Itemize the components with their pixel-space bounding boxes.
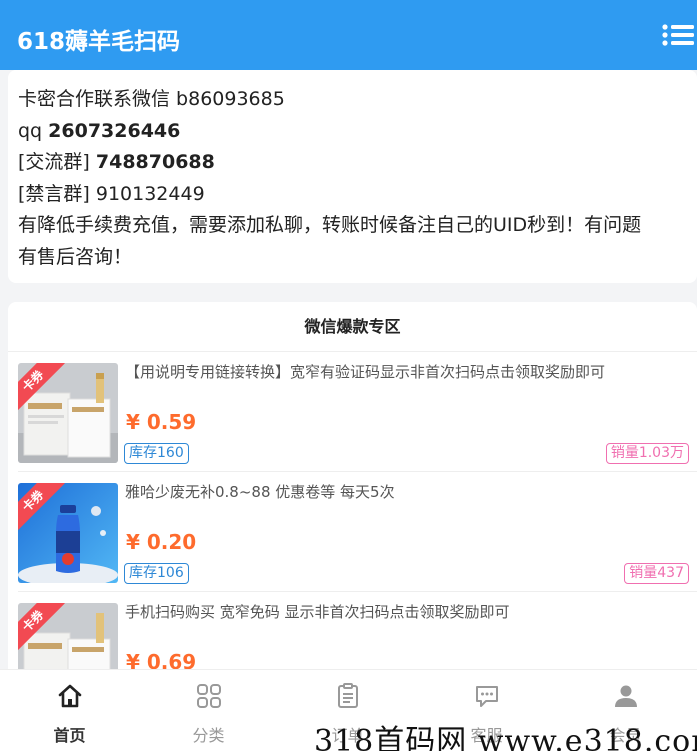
product-price: ¥ 0.20 xyxy=(126,530,197,554)
app-header: 618薅羊毛扫码 xyxy=(0,0,697,70)
stock-badge: 库存160 xyxy=(124,443,189,464)
notice-line-group: [交流群] 748870688 xyxy=(18,147,687,179)
list-menu-icon[interactable] xyxy=(662,24,694,46)
notice-line-qq: qq 2607326446 xyxy=(18,116,687,148)
group-number: 748870688 xyxy=(95,151,215,173)
qq-label: qq xyxy=(18,119,49,142)
sales-badge: 销量437 xyxy=(624,563,689,584)
product-price: ¥ 0.59 xyxy=(126,410,197,434)
sales-badge: 销量1.03万 xyxy=(605,443,689,464)
qq-number: 2607326446 xyxy=(48,119,181,142)
nav-item-home[interactable]: 首页 xyxy=(0,670,139,751)
product-name[interactable]: 雅哈少废无补0.8~88 优惠卷等 每天5次 xyxy=(125,481,685,503)
notice-line-wechat: 卡密合作联系微信 b86093685 xyxy=(18,88,285,110)
notice-line-support: 有售后咨询！ xyxy=(18,245,133,268)
app-title: 618薅羊毛扫码 xyxy=(17,29,181,55)
stock-badge: 库存106 xyxy=(124,563,189,584)
nav-label: 首页 xyxy=(53,726,86,745)
home-icon xyxy=(58,684,82,708)
site-watermark: 318首码网 www.e318.com xyxy=(314,724,697,751)
product-name[interactable]: 手机扫码购买 宽窄免码 显示非首次扫码点击领取奖励即可 xyxy=(125,601,685,623)
product-image[interactable]: 卡券 xyxy=(18,363,118,463)
notice-line-muted-group: [禁言群] 910132449 xyxy=(18,182,205,205)
nav-item-category[interactable]: 分类 xyxy=(139,670,278,751)
product-item[interactable]: 卡券 雅哈少废无补0.8~88 优惠卷等 每天5次 ¥ 0.20 库存106 销… xyxy=(8,472,697,592)
nav-label: 分类 xyxy=(192,726,225,745)
user-icon xyxy=(615,685,637,707)
order-icon xyxy=(338,683,358,708)
notice-card: 卡密合作联系微信 b86093685 qq 2607326446 [交流群] 7… xyxy=(8,70,697,283)
product-section: 微信爆款专区 卡券 【用说明专用链接转换】宽窄有验证码显示非首次扫码点击领取奖励… xyxy=(8,302,697,682)
product-item[interactable]: 卡券 【用说明专用链接转换】宽窄有验证码显示非首次扫码点击领取奖励即可 ¥ 0.… xyxy=(8,352,697,472)
product-image[interactable]: 卡券 xyxy=(18,483,118,583)
chat-icon xyxy=(476,686,498,707)
grid-icon xyxy=(197,684,221,708)
product-name[interactable]: 【用说明专用链接转换】宽窄有验证码显示非首次扫码点击领取奖励即可 xyxy=(125,361,685,383)
group-label: [交流群] xyxy=(18,151,96,173)
notice-line-recharge: 有降低手续费充值，需要添加私聊，转账时候备注自己的UID秒到！有问题 xyxy=(18,214,642,236)
section-title: 微信爆款专区 xyxy=(8,302,697,352)
